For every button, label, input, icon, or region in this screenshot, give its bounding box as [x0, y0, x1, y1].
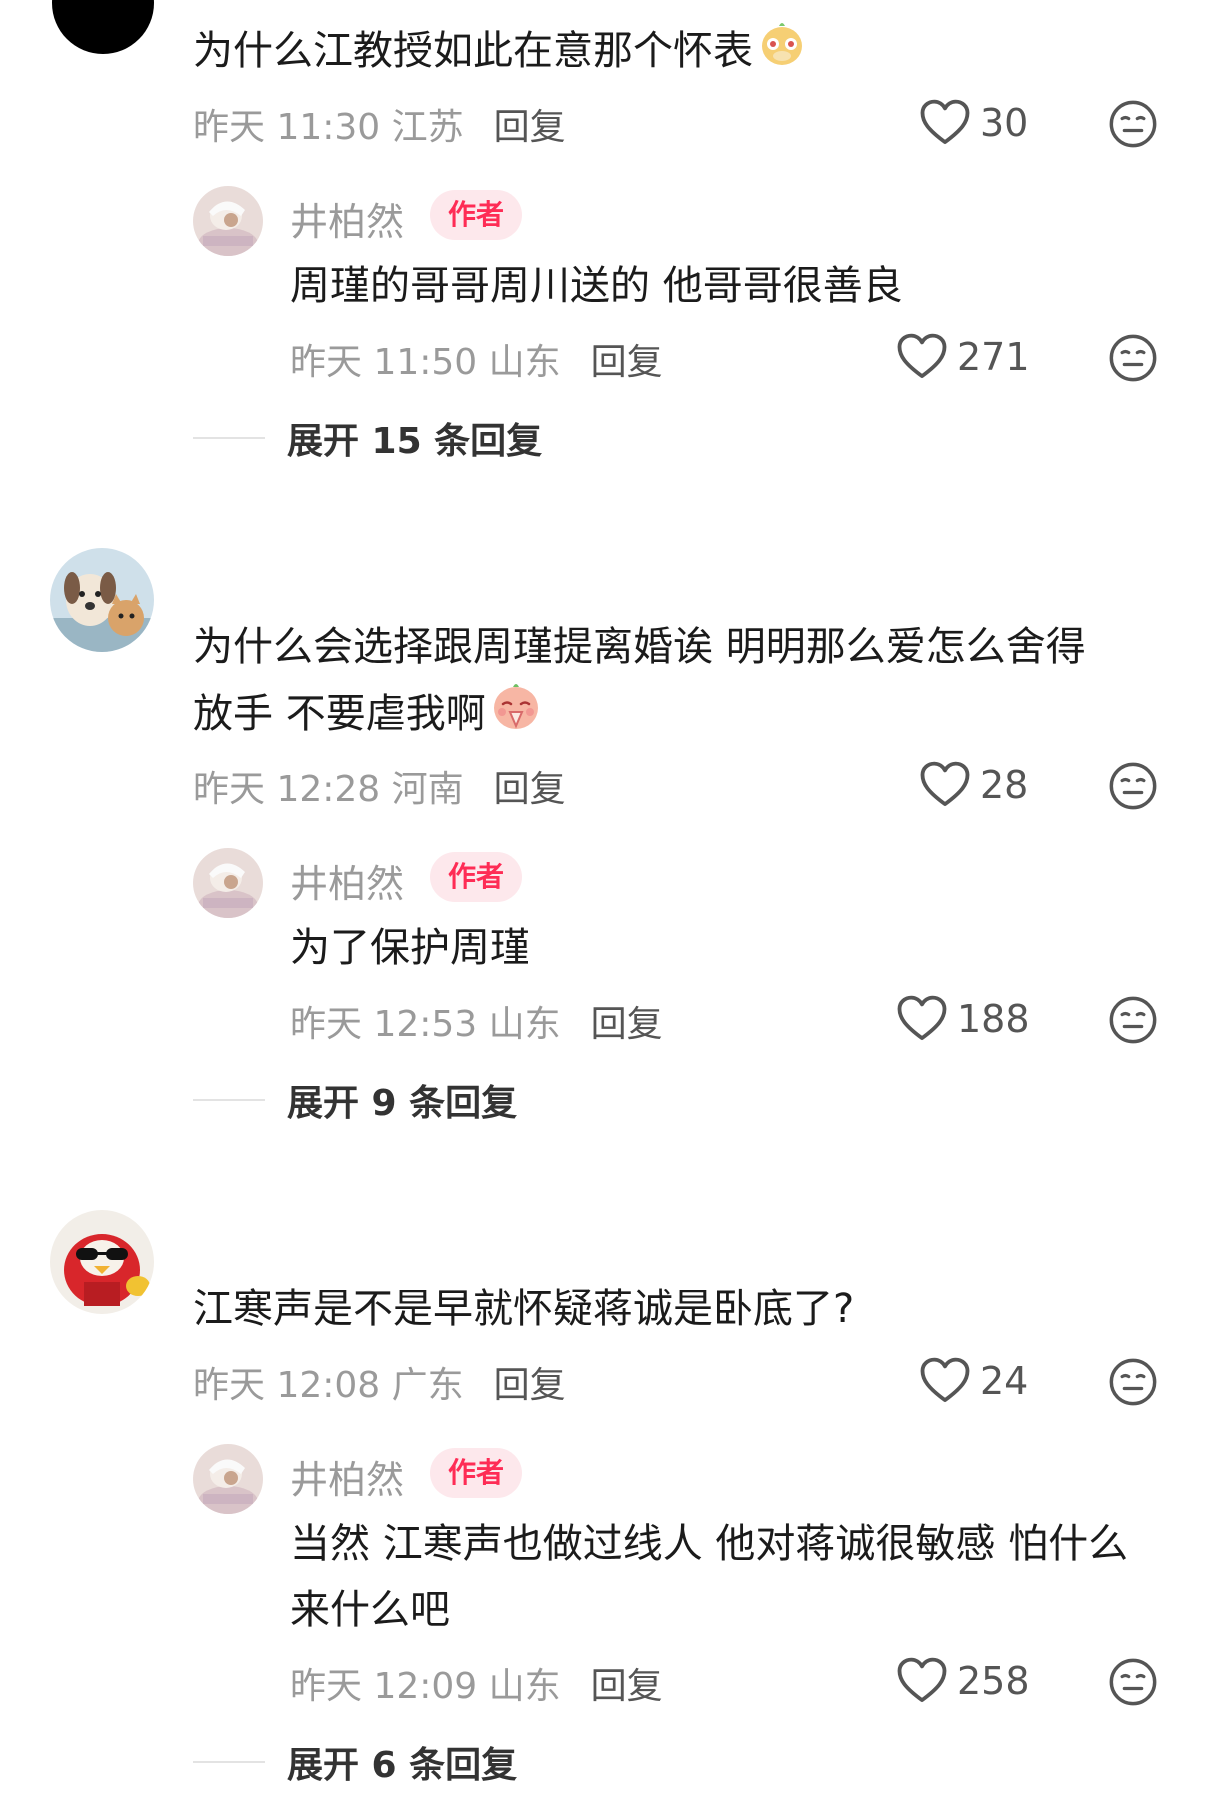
author-badge: 作者 — [430, 190, 523, 240]
dislike-icon[interactable] — [1107, 332, 1159, 384]
like-button[interactable]: 28 — [918, 758, 1028, 812]
like-count: 271 — [957, 335, 1030, 379]
commenter-avatar[interactable] — [50, 1210, 154, 1314]
reply-button[interactable]: 回复 — [591, 1666, 663, 1707]
comment-meta: 昨天 12:28 河南 回复 — [193, 760, 566, 812]
dislike-icon[interactable] — [1107, 98, 1159, 150]
like-button[interactable]: 258 — [895, 1654, 1030, 1708]
reply-time-location: 昨天 12:09 山东 — [290, 1666, 561, 1707]
dislike-icon[interactable] — [1107, 760, 1159, 812]
divider — [193, 437, 265, 439]
author-badge: 作者 — [430, 852, 523, 902]
author-avatar[interactable] — [193, 186, 263, 256]
commenter-avatar[interactable] — [52, 0, 154, 54]
commenter-avatar[interactable] — [50, 548, 154, 652]
heart-icon — [895, 330, 949, 384]
comment-text: 为什么江教授如此在意那个怀表 — [193, 18, 807, 88]
like-count: 188 — [957, 997, 1030, 1041]
reply-time-location: 昨天 11:50 山东 — [290, 342, 561, 383]
like-button[interactable]: 188 — [895, 992, 1030, 1046]
praying-emoji-icon — [490, 680, 542, 752]
reply-time-location: 昨天 12:53 山东 — [290, 1004, 561, 1045]
comment-text: 为什么会选择跟周瑾提离婚诶 明明那么爱怎么舍得 放手 不要虐我啊 — [193, 614, 1086, 752]
heart-icon — [918, 758, 972, 812]
expand-replies-button[interactable]: 展开 15 条回复 — [193, 412, 542, 464]
author-username[interactable]: 井柏然 — [290, 191, 404, 246]
reply-meta: 昨天 11:50 山东 回复 — [290, 333, 663, 385]
comment-time-location: 昨天 12:08 广东 — [193, 1365, 464, 1406]
comment-text: 江寒声是不是早就怀疑蒋诚是卧底了? — [193, 1286, 855, 1332]
reply-text: 为了保护周瑾 — [290, 925, 530, 971]
reply-button[interactable]: 回复 — [591, 1004, 663, 1045]
reply-button[interactable]: 回复 — [494, 1365, 566, 1406]
expand-replies-button[interactable]: 展开 9 条回复 — [193, 1074, 517, 1126]
author-avatar[interactable] — [193, 848, 263, 918]
comment-time-location: 昨天 12:28 河南 — [193, 769, 464, 810]
dislike-icon[interactable] — [1107, 994, 1159, 1046]
like-button[interactable]: 24 — [918, 1354, 1028, 1408]
like-count: 258 — [957, 1659, 1030, 1703]
like-count: 24 — [980, 1359, 1029, 1403]
author-avatar[interactable] — [193, 1444, 263, 1514]
heart-icon — [918, 96, 972, 150]
comment-meta: 昨天 11:30 江苏 回复 — [193, 98, 566, 150]
like-button[interactable]: 30 — [918, 96, 1028, 150]
author-username[interactable]: 井柏然 — [290, 853, 404, 908]
meerkat-emoji-icon — [757, 18, 807, 88]
divider — [193, 1099, 265, 1101]
like-count: 30 — [980, 101, 1029, 145]
reply-meta: 昨天 12:09 山东 回复 — [290, 1657, 663, 1709]
author-badge: 作者 — [430, 1448, 523, 1498]
divider — [193, 1761, 265, 1763]
reply-button[interactable]: 回复 — [494, 769, 566, 810]
reply-text: 周瑾的哥哥周川送的 他哥哥很善良 — [290, 263, 903, 309]
comment-time-location: 昨天 11:30 江苏 — [193, 107, 464, 148]
author-username[interactable]: 井柏然 — [290, 1449, 404, 1504]
comment-meta: 昨天 12:08 广东 回复 — [193, 1356, 566, 1408]
like-count: 28 — [980, 763, 1029, 807]
heart-icon — [895, 1654, 949, 1708]
reply-button[interactable]: 回复 — [494, 107, 566, 148]
like-button[interactable]: 271 — [895, 330, 1030, 384]
reply-meta: 昨天 12:53 山东 回复 — [290, 995, 663, 1047]
expand-replies-button[interactable]: 展开 6 条回复 — [193, 1736, 517, 1788]
reply-text: 当然 江寒声也做过线人 他对蒋诚很敏感 怕什么 来什么吧 — [290, 1521, 1129, 1633]
heart-icon — [918, 1354, 972, 1408]
heart-icon — [895, 992, 949, 1046]
dislike-icon[interactable] — [1107, 1356, 1159, 1408]
dislike-icon[interactable] — [1107, 1656, 1159, 1708]
reply-button[interactable]: 回复 — [591, 342, 663, 383]
